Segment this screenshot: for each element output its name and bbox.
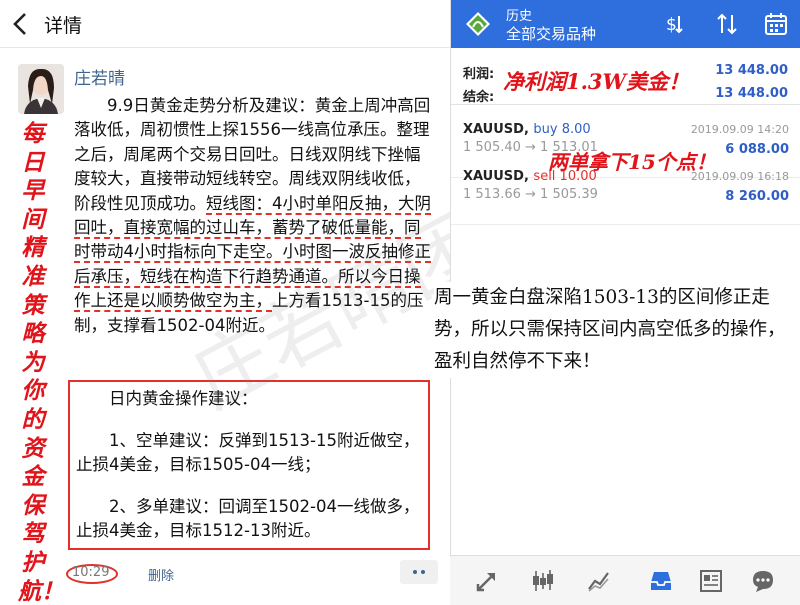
advice-title: 日内黄金操作建议： [109, 389, 258, 408]
order-side: buy 8.00 [533, 122, 591, 137]
summary-paragraph: 周一黄金白盘深陷1503-13的区间修正走势，所以只需保持区间内高空低多的操作，… [434, 282, 796, 378]
author-name[interactable]: 庄若晴 [74, 64, 125, 89]
candlestick-chart-icon[interactable] [530, 568, 556, 594]
order-profit: 8 260.00 [725, 189, 789, 204]
callout-net-profit: 净利润1.3W美金！ [503, 69, 690, 94]
advice-long: 2、多单建议：回调至1502-04一线做多，止损4美金，目标1512-13附近。 [76, 497, 420, 540]
line-chart-icon[interactable] [586, 568, 612, 594]
order-date: 2019.09.09 14:20 [690, 123, 789, 136]
dollar-sort-icon[interactable]: $ [663, 11, 689, 37]
sort-arrows-icon[interactable] [714, 11, 740, 37]
order-symbol: XAUUSD, buy 8.00 [463, 122, 591, 137]
chat-icon[interactable] [750, 568, 776, 594]
order-profit: 6 088.00 [725, 142, 789, 157]
news-icon[interactable] [698, 568, 724, 594]
metatrader-logo-icon[interactable] [463, 9, 493, 39]
slogan-vertical: 每日早间精准策略为你的资金保驾护航！ [18, 120, 64, 605]
balance-label: 结余: [463, 90, 495, 105]
header-title: 历史 [506, 9, 533, 24]
advice-box: 日内黄金操作建议： 1、空单建议：反弹到1513-15附近做空，止损4美金，目标… [68, 380, 430, 550]
avatar[interactable] [18, 64, 64, 114]
post-time: 10:29 [72, 565, 110, 580]
post-content: 9.9日黄金走势分析及建议：黄金上周冲高回落收低，周初惯性上探1556一线高位承… [74, 94, 434, 338]
trade-icon[interactable] [474, 568, 500, 594]
chevron-left-icon[interactable] [8, 9, 34, 39]
balance-value: 13 448.00 [715, 86, 788, 101]
bottom-nav [450, 555, 800, 605]
detail-header: 详情 [0, 0, 450, 48]
advice-short: 1、空单建议：反弹到1513-15附近做空，止损4美金，目标1505-04一线； [76, 431, 420, 474]
calendar-icon[interactable] [763, 11, 789, 37]
header-subtitle[interactable]: 全部交易品种 [506, 23, 596, 44]
order-prices: 1 513.66 → 1 505.39 [463, 187, 598, 202]
divider [451, 104, 800, 105]
left-panel: 详情 庄若晴 9.9日黄金走势分析及建议：黄金上周冲高回落收低，周初惯性上探15… [0, 0, 565, 605]
history-header: 历史 全部交易品种 $ [451, 0, 800, 48]
profit-label: 利润: [463, 67, 495, 82]
profit-value: 13 448.00 [715, 63, 788, 78]
callout-points: 两单拿下15个点！ [548, 150, 716, 174]
page-title: 详情 [44, 15, 83, 37]
delete-button[interactable]: 删除 [148, 565, 174, 584]
more-dots-icon[interactable] [400, 560, 438, 584]
svg-text:$: $ [666, 15, 677, 35]
inbox-icon[interactable] [648, 568, 674, 594]
